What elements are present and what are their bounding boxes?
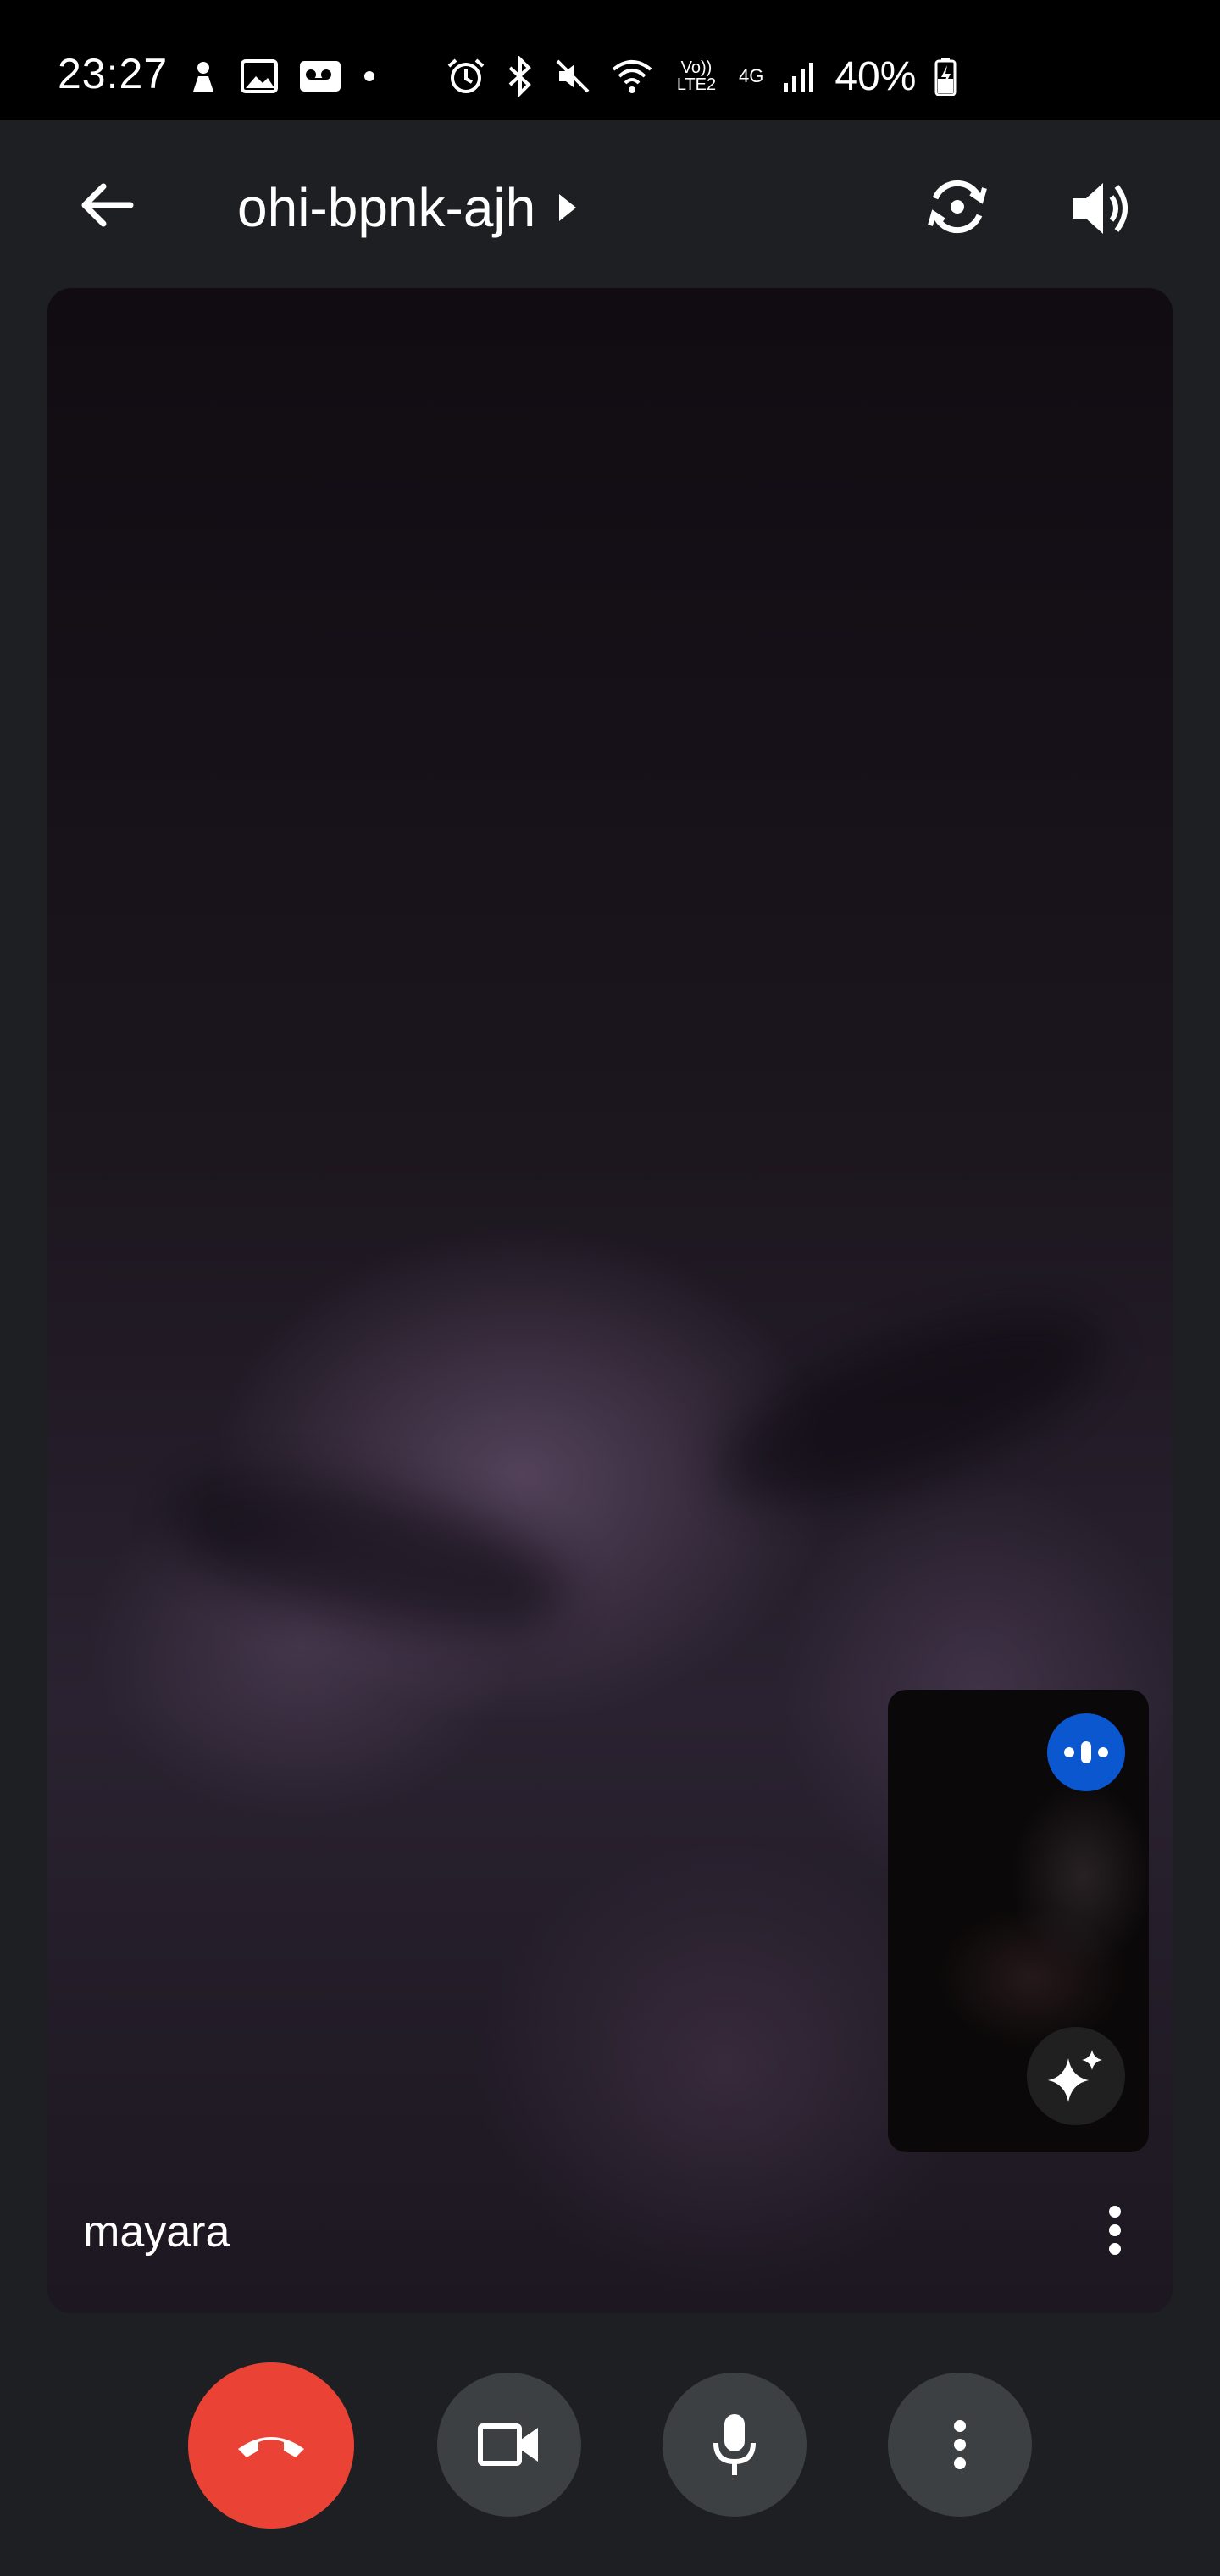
bluetooth-icon	[508, 56, 531, 97]
app-notification-icon	[193, 62, 214, 92]
camera-icon	[478, 2423, 538, 2466]
battery-charging-icon	[934, 58, 957, 96]
system-status-icons: Vo)) LTE2 4G 40%	[446, 51, 957, 102]
back-button[interactable]	[73, 171, 141, 239]
status-bar: 23:27 Vo)) LTE2 4G 40%	[0, 0, 1220, 120]
end-call-button[interactable]	[188, 2362, 354, 2529]
speaker-button[interactable]	[1066, 173, 1137, 244]
speaking-indicator	[1047, 1713, 1125, 1791]
effects-button[interactable]	[1027, 2027, 1125, 2125]
more-options-button[interactable]	[888, 2373, 1032, 2517]
battery-percent: 40%	[835, 53, 917, 99]
mute-icon	[556, 59, 590, 93]
notification-icons	[186, 51, 376, 102]
speaking-icon	[1064, 1741, 1108, 1763]
top-app-bar: ohi-bpnk-ajh	[0, 120, 1220, 290]
dot-icon	[364, 71, 374, 81]
sparkle-effects-icon	[1048, 2050, 1102, 2102]
volte-indicator: Vo)) LTE2	[676, 58, 717, 94]
video-shadow	[157, 1450, 582, 1660]
signal-icon	[784, 63, 814, 92]
status-time: 23:27	[58, 50, 169, 97]
end-call-icon	[238, 2437, 304, 2457]
self-view-video[interactable]	[888, 1690, 1149, 2152]
meeting-code: ohi-bpnk-ajh	[237, 177, 536, 238]
alarm-icon	[447, 58, 485, 93]
video-shadow	[697, 1273, 1126, 1541]
network-type: 4G	[739, 65, 764, 86]
speaker-icon	[1073, 183, 1128, 234]
participant-options-button[interactable]	[1090, 2196, 1140, 2264]
meeting-title-button[interactable]: ohi-bpnk-ajh	[237, 176, 578, 239]
call-controls	[0, 2356, 1220, 2534]
wifi-icon	[612, 60, 652, 93]
switch-camera-button[interactable]	[923, 173, 991, 241]
microphone-icon	[713, 2414, 756, 2475]
participant-name: mayara	[83, 2207, 230, 2257]
back-arrow-icon	[81, 183, 134, 227]
gallery-icon	[241, 59, 278, 93]
voicemail-icon	[300, 61, 341, 92]
more-vert-icon	[954, 2420, 966, 2469]
camera-toggle-button[interactable]	[437, 2373, 581, 2517]
more-vert-icon	[1109, 2206, 1121, 2255]
switch-camera-icon	[928, 180, 987, 234]
microphone-toggle-button[interactable]	[663, 2373, 807, 2517]
chevron-right-icon	[559, 194, 577, 221]
